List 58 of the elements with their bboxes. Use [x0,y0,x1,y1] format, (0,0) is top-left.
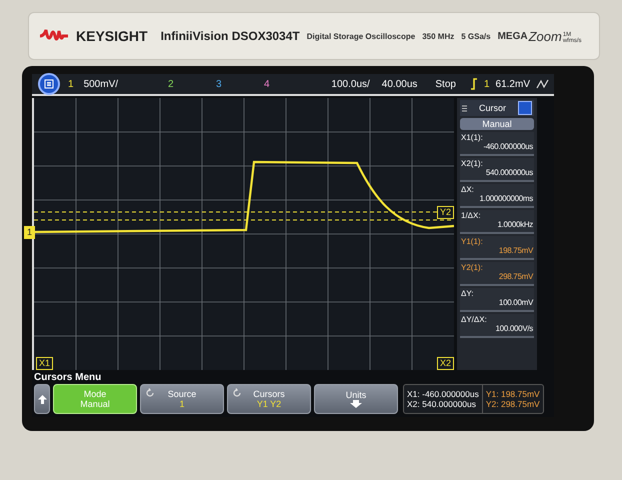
menu-icon [44,79,54,89]
readout-value: Y1: 198.75mV [486,389,540,399]
readout-value: X2: 540.000000us [407,399,478,409]
trigger-edge-icon [470,78,478,90]
reading-label: Y2(1): [461,263,484,272]
reading-value: 1.000000000ms [478,194,533,203]
vertical-scale: 500mV/ [84,78,118,90]
reading-value: 100.000V/s [494,324,533,333]
softkey-button[interactable]: Units [314,384,398,414]
logo-text: MEGA [498,30,528,42]
reading-label: X2(1): [461,159,484,168]
cycle-icon [232,388,242,398]
timebase-scale: 100.0us/ [331,78,370,90]
run-state: Stop [435,78,456,90]
up-arrow-icon [38,394,46,404]
down-arrow-icon [350,400,362,408]
logo-text: Zoom [528,28,562,44]
bandwidth-spec: 350 MHz [422,32,454,40]
reading-label: Y1(1): [461,237,484,246]
cursor-marker[interactable]: X1 [36,357,54,370]
panel-menu-button[interactable] [518,101,532,115]
trigger-level: 61.2mV [496,78,530,90]
drag-handle-icon[interactable] [462,104,467,112]
brand-name: KEYSIGHT [76,28,148,44]
reading-value: 100.00mV [498,298,533,307]
trigger-source: 1 [484,78,490,90]
back-button[interactable] [34,384,50,414]
reading-value: 540.000000us [484,168,533,177]
softkey-button[interactable]: Source 1 [140,384,224,414]
reading-label: ΔY: [461,289,474,298]
model-description: Digital Storage Oscilloscope [306,32,416,40]
cycle-icon [145,388,155,398]
reading-label: ΔX: [461,185,475,194]
cursor-mode-label: Manual [460,118,534,130]
channel-number[interactable]: 3 [216,78,222,90]
cursor-marker[interactable]: X2 [436,357,454,370]
sample-rate-spec: 5 GSa/s [461,32,491,40]
reading-label: 1/ΔX: [461,211,482,220]
trigger-delay: 40.00us [382,78,418,90]
reading-value: 1.0000kHz [496,220,533,229]
reading-label: ΔY/ΔX: [461,315,488,324]
channel-ground-marker[interactable]: 1 [24,226,36,239]
readout-value: Y2: 298.75mV [486,399,540,409]
menu-button[interactable] [38,73,60,95]
menu-title: Cursors Menu [34,372,102,384]
channel-number[interactable]: 1 [68,78,74,90]
reading-value: 198.75mV [498,246,533,255]
model-name: InfiniiVision DSOX3034T [160,29,300,43]
reading-label: X1(1): [461,133,484,142]
channel-number[interactable]: 2 [168,78,174,90]
panel-title: Cursor [478,103,506,113]
acquire-mode-icon [536,79,550,89]
readout-value: X1: -460.000000us [407,389,479,399]
cursor-marker[interactable]: Y2 [436,206,454,219]
channel-number[interactable]: 4 [264,78,270,90]
reading-value: -460.000000us [482,142,533,151]
reading-value: 298.75mV [498,272,533,281]
softkey-button[interactable]: Cursors Y1 Y2 [227,384,311,414]
